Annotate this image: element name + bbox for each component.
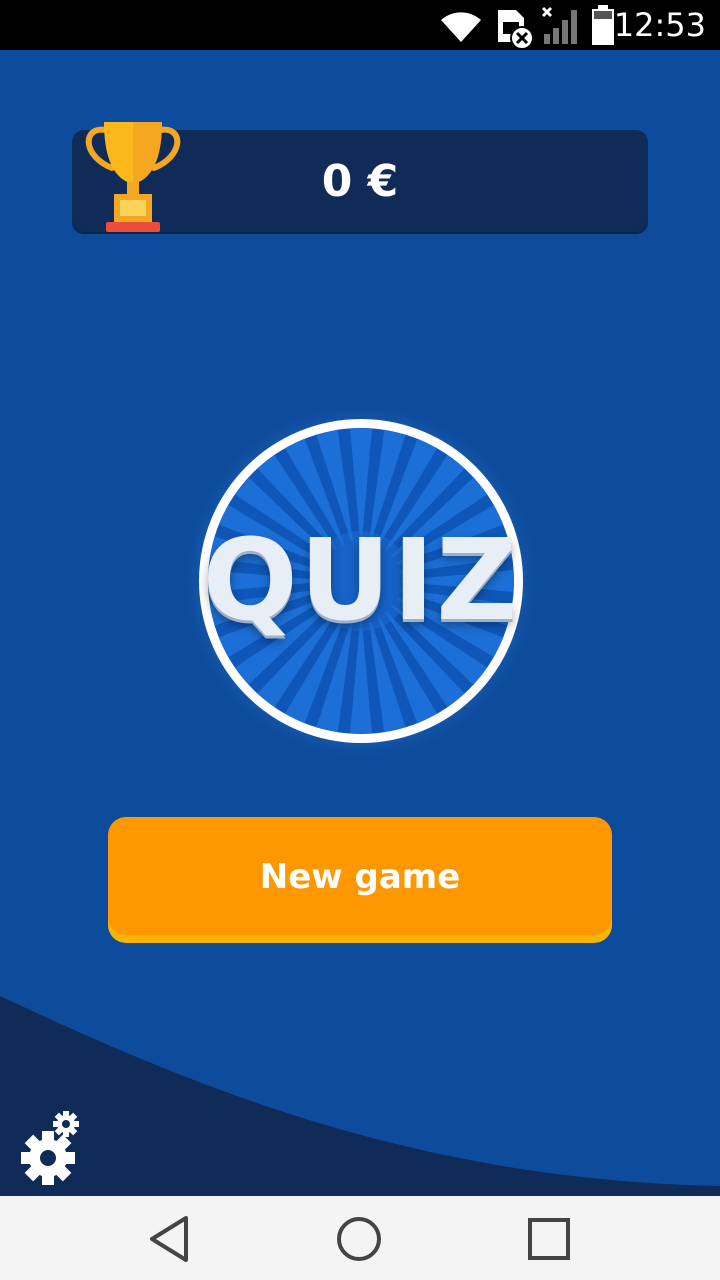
quiz-logo-text: QUIZ bbox=[202, 516, 520, 646]
status-time: 12:53 bbox=[613, 6, 706, 44]
back-icon[interactable] bbox=[142, 1212, 196, 1266]
recents-icon[interactable] bbox=[522, 1212, 576, 1266]
bottom-wave-decoration bbox=[0, 996, 720, 1200]
trophy-icon bbox=[85, 122, 181, 232]
wifi-icon bbox=[441, 12, 481, 42]
new-game-button[interactable]: New game bbox=[108, 817, 612, 935]
quiz-home-screen: 12:53 0 € QUIZ New game bbox=[0, 0, 720, 1280]
navigation-bar bbox=[0, 1196, 720, 1280]
home-icon[interactable] bbox=[332, 1212, 386, 1266]
sim-card-error-icon bbox=[498, 10, 534, 50]
battery-icon bbox=[592, 5, 614, 45]
gears-icon[interactable] bbox=[18, 1108, 84, 1186]
cell-signal-icon bbox=[541, 6, 577, 44]
status-bar: 12:53 bbox=[0, 0, 720, 50]
